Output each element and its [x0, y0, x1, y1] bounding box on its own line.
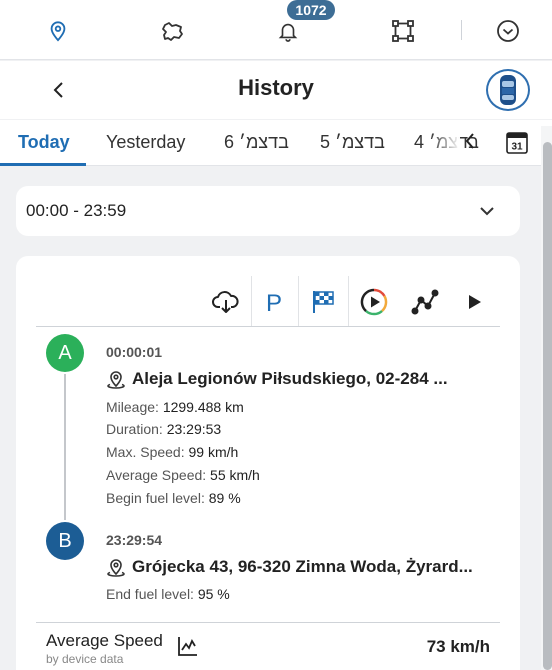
average-speed-stat: Average Speed: 55 km/h: [106, 467, 260, 483]
average-speed-title: Average Speed: [46, 631, 163, 650]
start-marker: A: [46, 334, 84, 372]
play-icon[interactable]: [455, 282, 495, 322]
notification-badge: 1072: [287, 0, 335, 20]
line-chart-icon[interactable]: [176, 634, 200, 658]
page-title: History: [238, 75, 314, 100]
vehicle-avatar[interactable]: [486, 69, 530, 111]
start-time: 00:00:01: [106, 344, 163, 360]
nav-divider: [461, 20, 462, 40]
date-tabs: Today Yesterday בדצמ׳ 6 בדצמ׳ 5 בדצמ׳ 4 …: [0, 120, 552, 166]
chevron-circle-icon[interactable]: [491, 14, 525, 48]
location-icon: [107, 559, 125, 577]
begin-fuel-stat: Begin fuel level: 89 %: [106, 490, 241, 506]
trip-card: P A 00:00:01 Aleja Legionów Piłsudskiego…: [16, 256, 520, 670]
location-icon: [107, 371, 125, 389]
car-icon: [500, 75, 516, 105]
map-icon[interactable]: [156, 14, 190, 48]
mileage-stat: Mileage: 1299.488 km: [106, 399, 244, 415]
time-range-value: 00:00 - 23:59: [26, 201, 127, 220]
active-tab-indicator: [0, 163, 86, 166]
scrollbar-thumb[interactable]: [543, 142, 552, 670]
max-speed-stat: Max. Speed: 99 km/h: [106, 444, 239, 460]
route-icon[interactable]: [386, 14, 420, 48]
svg-text:31: 31: [511, 142, 523, 153]
tab-day-6[interactable]: בדצמ׳ 6: [224, 132, 289, 153]
download-icon[interactable]: [206, 282, 246, 322]
end-time: 23:29:54: [106, 532, 163, 548]
start-address: Aleja Legionów Piłsudskiego, 02-284 ...: [132, 369, 448, 388]
end-fuel-stat: End fuel level: 95 %: [106, 586, 230, 602]
tab-yesterday[interactable]: Yesterday: [106, 132, 185, 153]
map-pin-icon[interactable]: [41, 14, 75, 48]
average-speed-value: 73 km/h: [426, 637, 490, 656]
finish-flag-icon[interactable]: [303, 282, 343, 322]
time-range-select[interactable]: 00:00 - 23:59: [16, 186, 520, 236]
svg-text:P: P: [266, 290, 282, 315]
toolbar-divider: [251, 276, 252, 326]
tab-today[interactable]: Today: [18, 132, 70, 153]
chevron-down-icon: [480, 207, 494, 216]
toolbar-divider-line: [36, 326, 500, 327]
tab-fade: [430, 122, 460, 162]
parking-icon[interactable]: P: [254, 282, 294, 322]
toolbar-divider: [348, 276, 349, 326]
tab-day-5[interactable]: בדצמ׳ 5: [320, 132, 385, 153]
timeline-connector: [64, 374, 66, 520]
end-address: Grójecka 43, 96-320 Zimna Woda, Żyrard..…: [132, 557, 473, 576]
average-speed-subtitle: by device data: [46, 652, 124, 666]
chevron-left-icon[interactable]: [464, 132, 480, 154]
play-circle-icon[interactable]: [354, 282, 394, 322]
end-marker: B: [46, 522, 84, 560]
section-divider: [36, 622, 500, 623]
toolbar-divider: [298, 276, 299, 326]
top-navigation: 1072: [0, 0, 552, 60]
start-address-row[interactable]: Aleja Legionów Piłsudskiego, 02-284 ...: [106, 367, 448, 391]
trip-toolbar: P: [206, 276, 506, 326]
duration-stat: Duration: 23:29:53: [106, 421, 222, 437]
route-line-icon[interactable]: [405, 282, 445, 322]
end-address-row[interactable]: Grójecka 43, 96-320 Zimna Woda, Żyrard..…: [106, 555, 473, 579]
page-header: History: [0, 61, 552, 119]
calendar-icon[interactable]: 31: [506, 130, 528, 154]
